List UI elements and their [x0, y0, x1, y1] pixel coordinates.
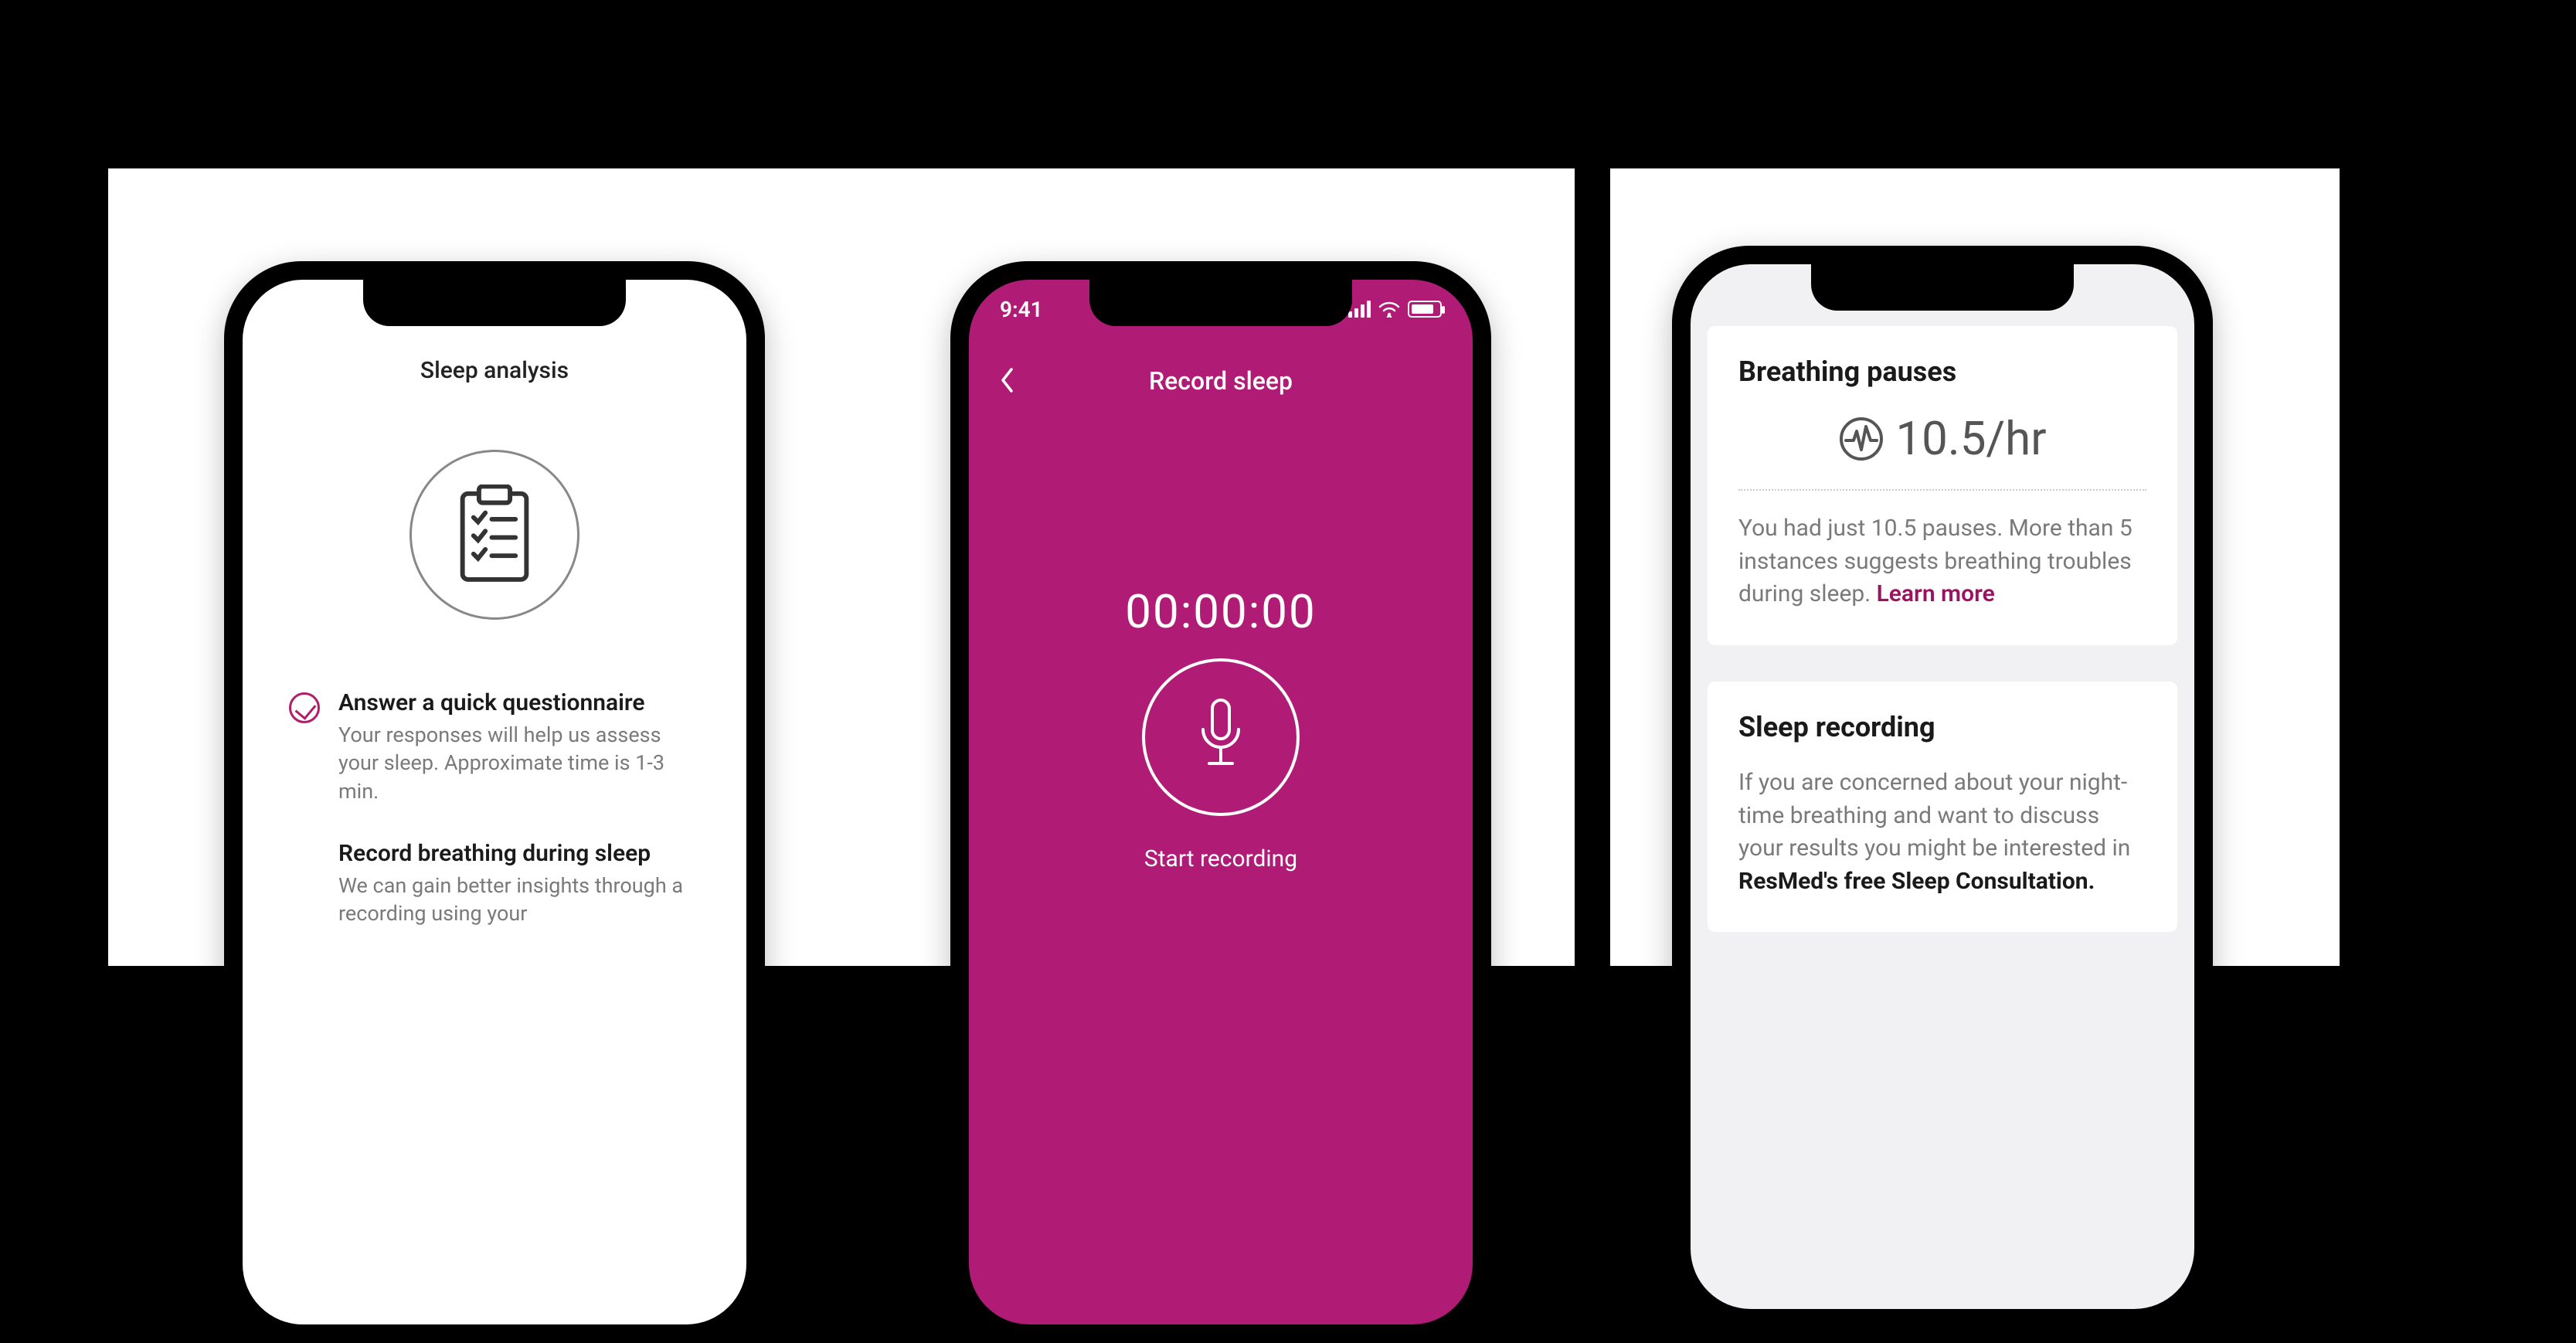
check-circle-icon	[289, 692, 320, 723]
showcase-panel-right: Breathing pauses 10.5/hr You had just 10…	[1610, 168, 2340, 966]
status-time: 9:41	[1000, 297, 1043, 322]
pulse-circle-icon	[1838, 416, 1884, 462]
recording-description-strong: ResMed's free Sleep Consultation.	[1738, 868, 2095, 895]
step-item-record-breathing[interactable]: Record breathing during sleep We can gai…	[289, 840, 700, 928]
step-desc: Your responses will help us assess your …	[338, 721, 700, 805]
battery-icon	[1408, 301, 1442, 318]
nav-title: Record sleep	[969, 366, 1473, 396]
page-title: Sleep analysis	[243, 357, 746, 384]
phone-screen: Sleep analysis	[243, 280, 746, 1324]
learn-more-link[interactable]: Learn more	[1877, 580, 1995, 607]
panel-divider	[1584, 168, 1593, 966]
card-title: Breathing pauses	[1738, 355, 2146, 388]
step-desc: We can gain better insights through a re…	[338, 872, 700, 928]
sleep-recording-card: Sleep recording If you are concerned abo…	[1708, 682, 2177, 932]
step-item-text: Record breathing during sleep We can gai…	[338, 840, 700, 928]
pauses-value: 10.5/hr	[1895, 411, 2046, 466]
phone-notch	[1811, 264, 2074, 311]
step-item-text: Answer a quick questionnaire Your respon…	[338, 689, 700, 805]
recording-timer: 00:00:00	[969, 584, 1473, 639]
phone-mockup-record-sleep: 9:41 Record sleep 00:00:00	[950, 261, 1491, 1343]
microphone-icon	[1194, 697, 1248, 777]
phone-screen: Breathing pauses 10.5/hr You had just 10…	[1691, 264, 2194, 1309]
status-indicators	[1348, 301, 1442, 318]
phone-notch	[363, 280, 626, 326]
start-recording-button[interactable]	[1142, 658, 1300, 816]
pauses-description: You had just 10.5 pauses. More than 5 in…	[1738, 512, 2146, 611]
phone-mockup-breathing-pauses: Breathing pauses 10.5/hr You had just 10…	[1672, 246, 2213, 1328]
breathing-pauses-card: Breathing pauses 10.5/hr You had just 10…	[1708, 326, 2177, 645]
dotted-divider	[1738, 489, 2146, 491]
nav-bar: Record sleep	[969, 360, 1473, 406]
start-recording-label: Start recording	[969, 845, 1473, 872]
recording-description: If you are concerned about your night-ti…	[1738, 767, 2146, 898]
clipboard-checklist-icon	[452, 484, 537, 585]
hero-circle	[410, 450, 579, 620]
step-title: Answer a quick questionnaire	[338, 689, 700, 716]
pauses-metric: 10.5/hr	[1738, 411, 2146, 466]
wifi-icon	[1378, 301, 1400, 318]
phone-screen: 9:41 Record sleep 00:00:00	[969, 280, 1473, 1324]
step-title: Record breathing during sleep	[338, 840, 700, 867]
phone-notch	[1089, 280, 1352, 326]
card-title: Sleep recording	[1738, 711, 2146, 743]
phone-mockup-sleep-analysis: Sleep analysis	[224, 261, 765, 1343]
step-item-questionnaire[interactable]: Answer a quick questionnaire Your respon…	[289, 689, 700, 805]
showcase-panel-left: Sleep analysis	[108, 168, 1575, 966]
step-number-icon	[289, 843, 320, 874]
recording-description-text: If you are concerned about your night-ti…	[1738, 769, 2130, 862]
